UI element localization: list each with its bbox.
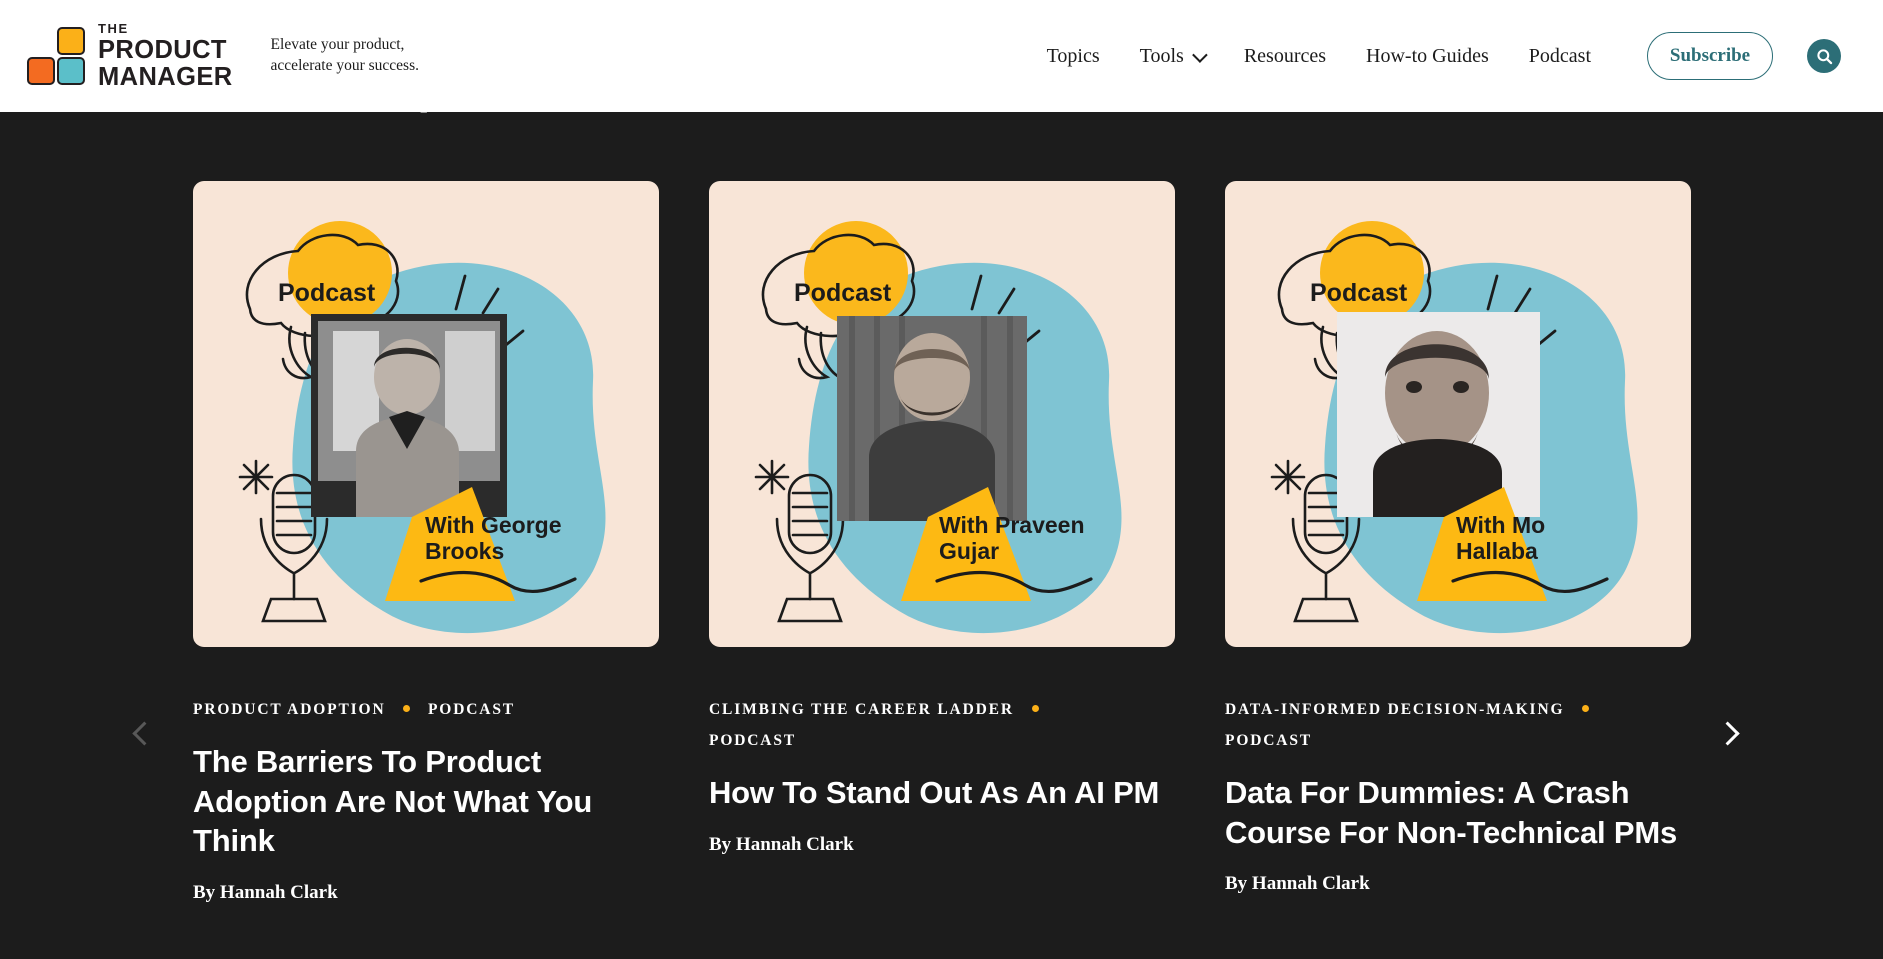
card-category-primary[interactable]: CLIMBING THE CAREER LADDER: [709, 701, 1014, 718]
logo-square-yellow: [57, 27, 85, 55]
section-heading-clipped: Podcast Episodes: [0, 112, 1883, 122]
section-heading-text: Podcast Episodes: [195, 112, 591, 114]
search-icon: [1816, 48, 1832, 64]
card-byline[interactable]: By Hannah Clark: [1225, 873, 1691, 895]
category-separator-dot: [1582, 705, 1590, 713]
category-separator-dot: [1031, 705, 1039, 713]
nav-item-resources[interactable]: Resources: [1244, 45, 1326, 68]
logo-link[interactable]: THE PRODUCT MANAGER: [27, 22, 233, 90]
card-title[interactable]: Data For Dummies: A Crash Course For Non…: [1225, 773, 1691, 852]
card-title[interactable]: The Barriers To Product Adoption Are Not…: [193, 742, 659, 861]
primary-navigation: Topics Tools Resources How-to Guides Pod…: [1027, 32, 1883, 80]
nav-label-topics: Topics: [1046, 44, 1100, 67]
logo-square-teal: [57, 57, 85, 85]
tagline-line-2: accelerate your success.: [270, 57, 420, 74]
card-title[interactable]: How To Stand Out As An AI PM: [709, 773, 1175, 813]
card-categories: DATA-INFORMED DECISION-MAKING PODCAST: [1225, 694, 1691, 756]
nav-item-tools[interactable]: Tools: [1139, 44, 1208, 68]
nav-label-tools: Tools: [1139, 44, 1184, 67]
chevron-down-icon: [1191, 46, 1208, 63]
podcast-card-meta: PRODUCT ADOPTION PODCAST The Barriers To…: [193, 694, 659, 904]
podcast-card-meta: DATA-INFORMED DECISION-MAKING PODCAST Da…: [1225, 694, 1691, 895]
artwork-banner-line2: Brooks: [425, 538, 504, 564]
site-tagline: Elevate your product, accelerate your su…: [271, 35, 419, 76]
podcast-artwork: Podcast: [1225, 181, 1691, 647]
card-categories: CLIMBING THE CAREER LADDER PODCAST: [709, 694, 1175, 756]
card-category-primary[interactable]: PRODUCT ADOPTION: [193, 701, 386, 718]
card-category-primary[interactable]: DATA-INFORMED DECISION-MAKING: [1225, 701, 1564, 718]
logo-square-orange: [27, 57, 55, 85]
artwork-banner-line2: Hallaba: [1456, 538, 1538, 564]
artwork-banner-line1: With George: [425, 512, 562, 538]
podcast-artwork: Podcast: [193, 181, 659, 647]
nav-item-how-to-guides[interactable]: How-to Guides: [1366, 45, 1489, 68]
artwork-bubble-label: Podcast: [278, 279, 376, 307]
site-header: THE PRODUCT MANAGER Elevate your product…: [0, 0, 1883, 112]
logo-line1: PRODUCT: [98, 36, 227, 64]
card-categories: PRODUCT ADOPTION PODCAST: [193, 694, 659, 725]
carousel-prev-button[interactable]: [118, 710, 164, 756]
chevron-left-icon: [131, 720, 156, 746]
card-byline[interactable]: By Hannah Clark: [193, 882, 659, 904]
artwork-bubble-label: Podcast: [794, 279, 892, 307]
artwork-bubble-label: Podcast: [1310, 279, 1408, 307]
logo-mark-icon: [27, 27, 85, 85]
carousel-track: Podcast With George Brooks PRODUCT ADOPT…: [193, 181, 1691, 904]
card-category-secondary[interactable]: PODCAST: [1225, 732, 1312, 749]
podcast-card-meta: CLIMBING THE CAREER LADDER PODCAST How T…: [709, 694, 1175, 856]
subscribe-button[interactable]: Subscribe: [1647, 32, 1773, 80]
logo-line2: MANAGER: [98, 62, 233, 91]
podcast-artwork: Podcast: [709, 181, 1175, 647]
card-byline[interactable]: By Hannah Clark: [709, 834, 1175, 856]
artwork-banner-line1: With Mo: [1456, 512, 1545, 538]
tagline-line-1: Elevate your product,: [270, 36, 405, 54]
artwork-photo: [311, 314, 507, 517]
logo-the: THE: [98, 21, 129, 36]
card-category-secondary[interactable]: PODCAST: [709, 732, 796, 749]
podcast-card[interactable]: Podcast: [193, 181, 659, 904]
podcast-card[interactable]: Podcast: [709, 181, 1175, 904]
podcast-card[interactable]: Podcast: [1225, 181, 1691, 904]
podcast-carousel: Podcast With George Brooks PRODUCT ADOPT…: [0, 112, 1883, 959]
nav-label-podcast: Podcast: [1528, 44, 1591, 67]
category-separator-dot: [403, 705, 411, 713]
search-button[interactable]: [1807, 39, 1841, 73]
artwork-photo: [1337, 312, 1540, 517]
carousel-next-button[interactable]: [1707, 710, 1753, 756]
artwork-photo: [837, 316, 1027, 521]
subscribe-label: Subscribe: [1669, 45, 1751, 66]
artwork-banner-line2: Gujar: [939, 538, 999, 564]
logo-wordmark: THE PRODUCT MANAGER: [98, 22, 233, 90]
chevron-right-icon: [1715, 720, 1740, 746]
nav-label-resources: Resources: [1243, 44, 1327, 67]
artwork-banner-line1: With Praveen: [939, 512, 1085, 538]
nav-item-topics[interactable]: Topics: [1047, 45, 1100, 68]
nav-label-how-to-guides: How-to Guides: [1366, 44, 1489, 67]
nav-item-podcast[interactable]: Podcast: [1529, 45, 1591, 68]
card-category-secondary[interactable]: PODCAST: [428, 701, 515, 718]
